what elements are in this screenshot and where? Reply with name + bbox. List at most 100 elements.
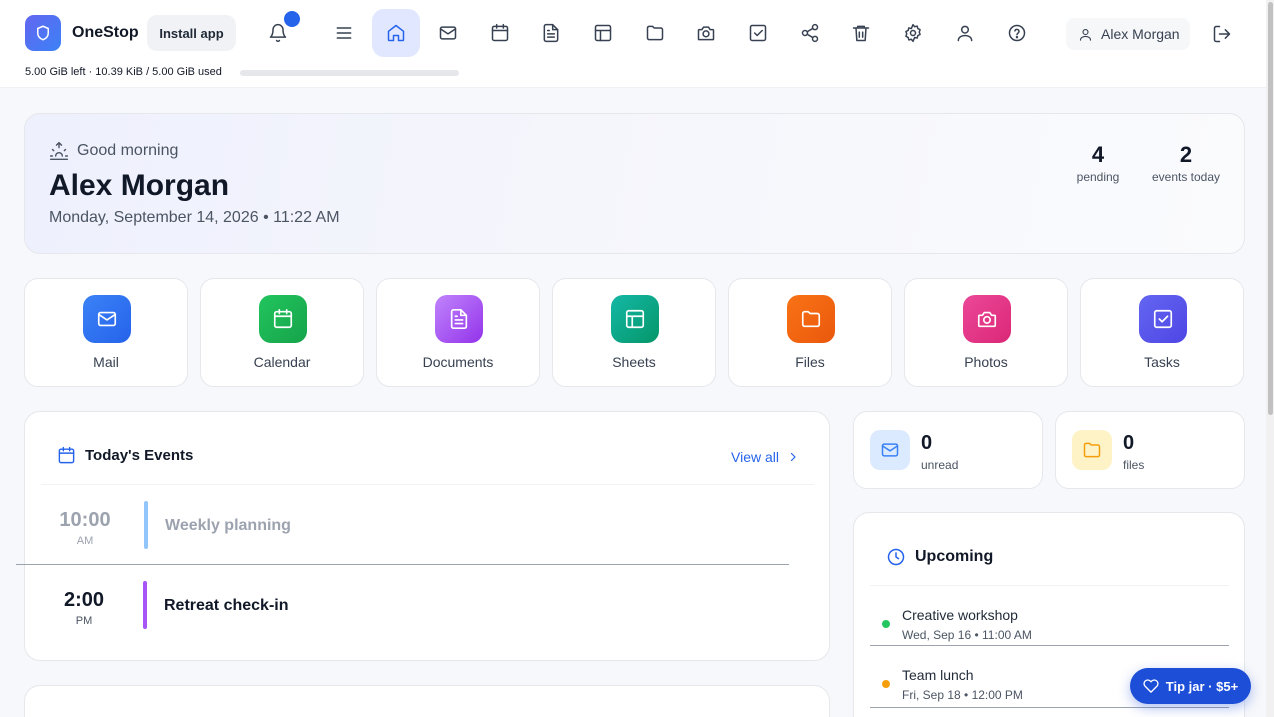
app-tile-icon xyxy=(611,295,659,343)
upcoming-divider xyxy=(870,707,1229,708)
app-tile-icon xyxy=(1139,295,1187,343)
nav-settings[interactable] xyxy=(889,9,937,57)
camera-icon xyxy=(697,26,715,41)
event-row[interactable]: 10:00 AM Weekly planning xyxy=(41,501,814,581)
app-tile-mail[interactable]: Mail xyxy=(24,278,188,387)
mini-card-icon xyxy=(1072,430,1112,470)
nav-help[interactable] xyxy=(993,9,1041,57)
clock-icon xyxy=(887,548,905,566)
shield-icon xyxy=(37,25,49,41)
trash-icon xyxy=(852,25,870,42)
app-tile-photos[interactable]: Photos xyxy=(904,278,1068,387)
greeting-datetime: Monday, September 14, 2026 • 11:22 AM xyxy=(49,209,340,226)
events-card-title: Today's Events xyxy=(85,447,194,464)
nav-menu[interactable] xyxy=(320,9,368,57)
mini-card-label: files xyxy=(1123,458,1145,472)
nav-home[interactable] xyxy=(372,9,420,57)
help-icon xyxy=(1008,24,1026,42)
greeting-card: Good morning Alex Morgan Monday, Septemb… xyxy=(24,113,1245,254)
user-menu[interactable]: Alex Morgan xyxy=(1066,18,1190,50)
app-logo[interactable] xyxy=(25,15,61,51)
event-time: 10:00 AM xyxy=(41,509,129,547)
upcoming-card-header: Upcoming xyxy=(886,547,993,567)
stat-events-today: 2 events today xyxy=(1144,142,1228,184)
upcoming-item-dot xyxy=(882,620,890,628)
mini-card-value: 0 xyxy=(921,432,933,454)
upcoming-item-when: Wed, Sep 16 • 11:00 AM xyxy=(902,628,1032,642)
upcoming-divider xyxy=(870,645,1229,646)
unread-mail-card[interactable]: 0 unread xyxy=(853,411,1043,489)
user-icon xyxy=(957,25,973,42)
sheets-icon xyxy=(594,24,612,42)
document-icon xyxy=(450,309,468,329)
nav-documents[interactable] xyxy=(527,9,575,57)
app-tile-label: Documents xyxy=(422,354,494,370)
home-icon xyxy=(387,24,405,42)
tip-jar-button[interactable]: Tip jar · $5+ xyxy=(1130,668,1251,704)
event-time-value: 10:00 xyxy=(59,509,111,531)
nav-mail[interactable] xyxy=(424,9,472,57)
mail-icon xyxy=(439,26,457,40)
calendar-icon xyxy=(491,23,509,42)
nav-trash[interactable] xyxy=(837,9,885,57)
nav-share[interactable] xyxy=(786,9,834,57)
app-tile-icon xyxy=(787,295,835,343)
user-name: Alex Morgan xyxy=(1101,26,1180,42)
app-tile-files[interactable]: Files xyxy=(728,278,892,387)
upcoming-item-when: Fri, Sep 18 • 12:00 PM xyxy=(902,688,1023,702)
mail-icon xyxy=(881,443,899,457)
tasks-icon xyxy=(1153,309,1173,329)
files-count-card[interactable]: 0 files xyxy=(1055,411,1245,489)
nav-photos[interactable] xyxy=(682,9,730,57)
folder-icon xyxy=(646,25,664,41)
app-tile-sheets[interactable]: Sheets xyxy=(552,278,716,387)
event-color-bar xyxy=(144,501,148,549)
app-tile-icon xyxy=(435,295,483,343)
greeting-name: Alex Morgan xyxy=(49,169,230,202)
event-time-ampm: AM xyxy=(76,535,94,547)
app-tile-label: Sheets xyxy=(612,354,656,370)
stat-pending: 4 pending xyxy=(1065,142,1131,184)
app-tile-icon xyxy=(259,295,307,343)
folder-icon xyxy=(1083,442,1101,458)
event-time-value: 2:00 xyxy=(63,589,105,611)
user-icon xyxy=(1079,28,1092,41)
upcoming-item-title: Team lunch xyxy=(902,667,974,683)
stat-label: events today xyxy=(1151,170,1221,184)
upcoming-item[interactable]: Creative workshop Wed, Sep 16 • 11:00 AM xyxy=(870,593,1229,653)
event-title: Retreat check-in xyxy=(164,597,289,614)
tip-jar-label: Tip jar · $5+ xyxy=(1165,678,1239,694)
mail-icon xyxy=(97,311,117,327)
top-bar: OneStop Install app Alex Morgan 5.00 GiB… xyxy=(0,0,1266,88)
notification-badge xyxy=(284,11,300,27)
nav-profile[interactable] xyxy=(941,9,989,57)
camera-icon xyxy=(977,311,997,328)
mini-card-icon xyxy=(870,430,910,470)
nav-calendar[interactable] xyxy=(476,9,524,57)
sunrise-icon xyxy=(49,141,69,161)
heart-icon xyxy=(1143,679,1159,693)
event-time-ampm: PM xyxy=(75,615,93,627)
greeting-text: Good morning xyxy=(77,142,179,159)
calendar-icon xyxy=(58,446,75,464)
scrollbar-thumb[interactable] xyxy=(1268,2,1273,415)
view-all-events-link[interactable]: View all xyxy=(731,449,799,465)
install-app-button[interactable]: Install app xyxy=(147,15,236,51)
app-tile-icon xyxy=(83,295,131,343)
nav-tasks[interactable] xyxy=(734,9,782,57)
app-tile-documents[interactable]: Documents xyxy=(376,278,540,387)
app-tile-calendar[interactable]: Calendar xyxy=(200,278,364,387)
secondary-card xyxy=(24,685,830,717)
app-tile-tasks[interactable]: Tasks xyxy=(1080,278,1244,387)
nav-files[interactable] xyxy=(631,9,679,57)
chevron-right-icon xyxy=(790,452,796,462)
logout-button[interactable] xyxy=(1206,18,1238,50)
storage-usage-bar xyxy=(240,70,459,76)
view-all-label: View all xyxy=(731,449,779,465)
event-title: Weekly planning xyxy=(165,517,291,534)
storage-usage-text: 5.00 GiB left · 10.39 KiB / 5.00 GiB use… xyxy=(25,66,222,78)
brand-name: OneStop xyxy=(72,24,139,41)
nav-sheets[interactable] xyxy=(579,9,627,57)
share-icon xyxy=(801,23,819,43)
event-row[interactable]: 2:00 PM Retreat check-in xyxy=(40,581,813,661)
